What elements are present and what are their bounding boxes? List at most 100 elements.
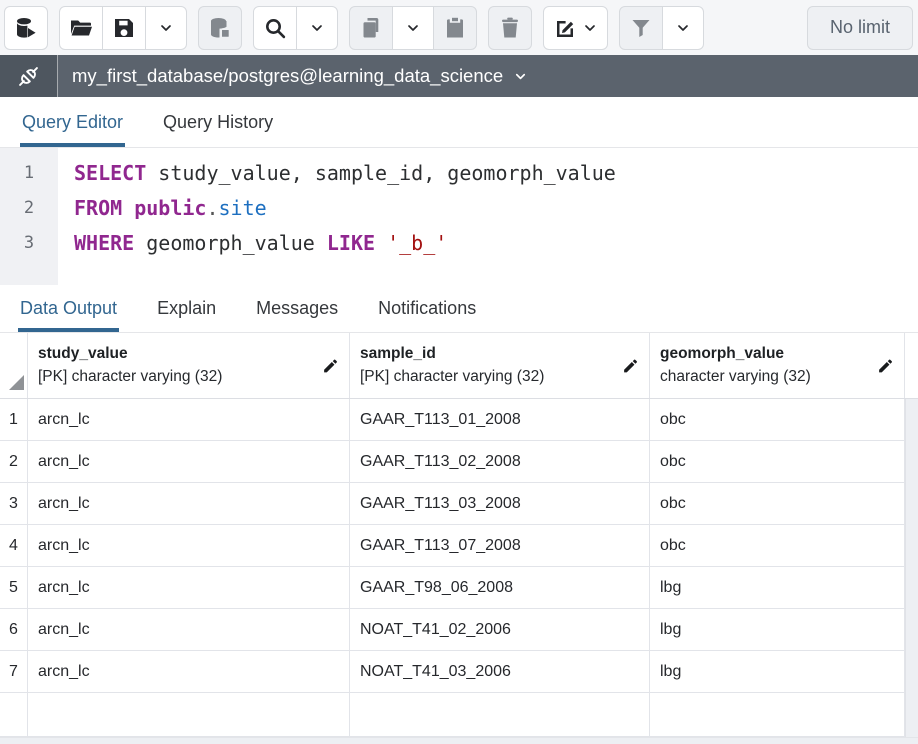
row-number[interactable]: 5 xyxy=(0,567,28,609)
cell-study_value[interactable]: arcn_lc xyxy=(28,441,350,483)
cell-sample_id[interactable]: GAAR_T113_03_2008 xyxy=(350,483,650,525)
cell-study_value[interactable]: arcn_lc xyxy=(28,399,350,441)
save-file-button[interactable] xyxy=(102,6,146,50)
column-name: sample_id xyxy=(360,342,615,365)
copy-options-caret[interactable] xyxy=(392,6,434,50)
open-file-button[interactable] xyxy=(59,6,103,50)
find-options-caret[interactable] xyxy=(296,6,338,50)
query-tool-icon xyxy=(14,16,38,40)
cell-geomorph_value[interactable]: lbg xyxy=(650,651,905,693)
tab-query-history-label: Query History xyxy=(163,112,273,133)
row-number[interactable]: 7 xyxy=(0,651,28,693)
cell-study_value[interactable]: arcn_lc xyxy=(28,525,350,567)
cell-geomorph_value[interactable]: obc xyxy=(650,525,905,567)
grid-body: 1arcn_lcGAAR_T113_01_2008obc2arcn_lcGAAR… xyxy=(0,399,918,737)
row-limit-select[interactable]: No limit xyxy=(807,6,913,50)
sql-token-plain: geomorph_value xyxy=(134,231,327,255)
toolbar-button-group xyxy=(253,6,338,50)
select-all-corner[interactable] xyxy=(0,333,28,398)
cell-study_value[interactable]: arcn_lc xyxy=(28,483,350,525)
connection-dropdown[interactable]: my_first_database/postgres@learning_data… xyxy=(58,55,542,97)
delete-button[interactable] xyxy=(488,6,532,50)
cell-sample_id[interactable]: GAAR_T113_02_2008 xyxy=(350,441,650,483)
cell-sample_id[interactable]: GAAR_T98_06_2008 xyxy=(350,567,650,609)
cell-study_value[interactable]: arcn_lc xyxy=(28,651,350,693)
cell-sample_id[interactable]: GAAR_T113_07_2008 xyxy=(350,525,650,567)
code-line: SELECT study_value, sample_id, geomorph_… xyxy=(74,156,918,191)
row-number[interactable]: 2 xyxy=(0,441,28,483)
delete-icon xyxy=(498,16,522,40)
cell-geomorph_value[interactable]: obc xyxy=(650,399,905,441)
chevron-down-icon xyxy=(309,20,325,36)
tab-query-history[interactable]: Query History xyxy=(161,97,275,147)
edit-button[interactable] xyxy=(543,6,608,50)
cell-sample_id[interactable]: GAAR_T113_01_2008 xyxy=(350,399,650,441)
line-number: 3 xyxy=(0,226,58,261)
grid-header: study_value[PK] character varying (32)sa… xyxy=(0,333,918,399)
cell-sample_id[interactable]: NOAT_T41_02_2006 xyxy=(350,609,650,651)
row-number[interactable]: 6 xyxy=(0,609,28,651)
tab-explain[interactable]: Explain xyxy=(155,285,218,332)
cell-study_value[interactable]: arcn_lc xyxy=(28,567,350,609)
tab-data-output[interactable]: Data Output xyxy=(18,285,119,332)
paste-button[interactable] xyxy=(433,6,477,50)
chevron-down-icon xyxy=(513,69,528,84)
table-row: 2arcn_lcGAAR_T113_02_2008obc xyxy=(0,441,918,483)
row-limit-label: No limit xyxy=(830,17,890,38)
empty-row xyxy=(0,693,918,737)
cell-geomorph_value[interactable]: obc xyxy=(650,483,905,525)
pgadmin-query-tool-window: No limit my_first_database/postgres@lear… xyxy=(0,0,918,744)
empty-cell xyxy=(650,693,905,737)
save-data-changes-button[interactable] xyxy=(198,6,242,50)
vertical-scrollbar[interactable] xyxy=(905,399,918,737)
row-number[interactable]: 1 xyxy=(0,399,28,441)
connection-bar: my_first_database/postgres@learning_data… xyxy=(0,55,918,97)
toolbar-button-group xyxy=(543,6,608,50)
filter-button[interactable] xyxy=(619,6,663,50)
cell-geomorph_value[interactable]: lbg xyxy=(650,567,905,609)
tab-messages[interactable]: Messages xyxy=(254,285,340,332)
row-number[interactable]: 3 xyxy=(0,483,28,525)
toolbar-button-group xyxy=(59,6,187,50)
table-row: 7arcn_lcNOAT_T41_03_2006lbg xyxy=(0,651,918,693)
horizontal-scrollbar[interactable] xyxy=(0,737,918,744)
column-header-study_value[interactable]: study_value[PK] character varying (32) xyxy=(28,333,350,398)
toolbar-button-group xyxy=(198,6,242,50)
copy-button[interactable] xyxy=(349,6,393,50)
toolbar-button-group xyxy=(4,6,48,50)
column-header-geomorph_value[interactable]: geomorph_valuecharacter varying (32) xyxy=(650,333,905,398)
editor-code[interactable]: SELECT study_value, sample_id, geomorph_… xyxy=(58,148,918,285)
output-tabs: Data Output Explain Messages Notifications xyxy=(0,285,918,333)
editor-tabs: Query Editor Query History xyxy=(0,97,918,148)
tab-query-editor[interactable]: Query Editor xyxy=(20,97,125,147)
header-filler xyxy=(905,333,918,398)
column-type: [PK] character varying (32) xyxy=(38,365,315,388)
save-options-caret[interactable] xyxy=(145,6,187,50)
cell-sample_id[interactable]: NOAT_T41_03_2006 xyxy=(350,651,650,693)
cell-geomorph_value[interactable]: lbg xyxy=(650,609,905,651)
chevron-down-icon xyxy=(158,20,174,36)
toolbar-groups xyxy=(4,6,704,50)
empty-cell xyxy=(28,693,350,737)
toolbar-button-group xyxy=(349,6,477,50)
tab-query-editor-label: Query Editor xyxy=(22,112,123,133)
filter-options-caret[interactable] xyxy=(662,6,704,50)
pencil-icon xyxy=(622,357,639,374)
tab-notifications[interactable]: Notifications xyxy=(376,285,478,332)
data-grid: study_value[PK] character varying (32)sa… xyxy=(0,333,918,737)
connection-plug-icon xyxy=(0,55,58,97)
sql-token-plain xyxy=(122,196,134,220)
code-line: FROM public.site xyxy=(74,191,918,226)
cell-study_value[interactable]: arcn_lc xyxy=(28,609,350,651)
sql-editor[interactable]: 123 SELECT study_value, sample_id, geomo… xyxy=(0,148,918,285)
find-button[interactable] xyxy=(253,6,297,50)
column-header-sample_id[interactable]: sample_id[PK] character varying (32) xyxy=(350,333,650,398)
chevron-down-icon xyxy=(405,20,421,36)
toolbar-button-group xyxy=(619,6,704,50)
code-line: WHERE geomorph_value LIKE '_b_' xyxy=(74,226,918,261)
cell-geomorph_value[interactable]: obc xyxy=(650,441,905,483)
row-number[interactable]: 4 xyxy=(0,525,28,567)
query-tool-button[interactable] xyxy=(4,6,48,50)
sql-token-keyword: FROM xyxy=(74,196,122,220)
line-number: 2 xyxy=(0,191,58,226)
